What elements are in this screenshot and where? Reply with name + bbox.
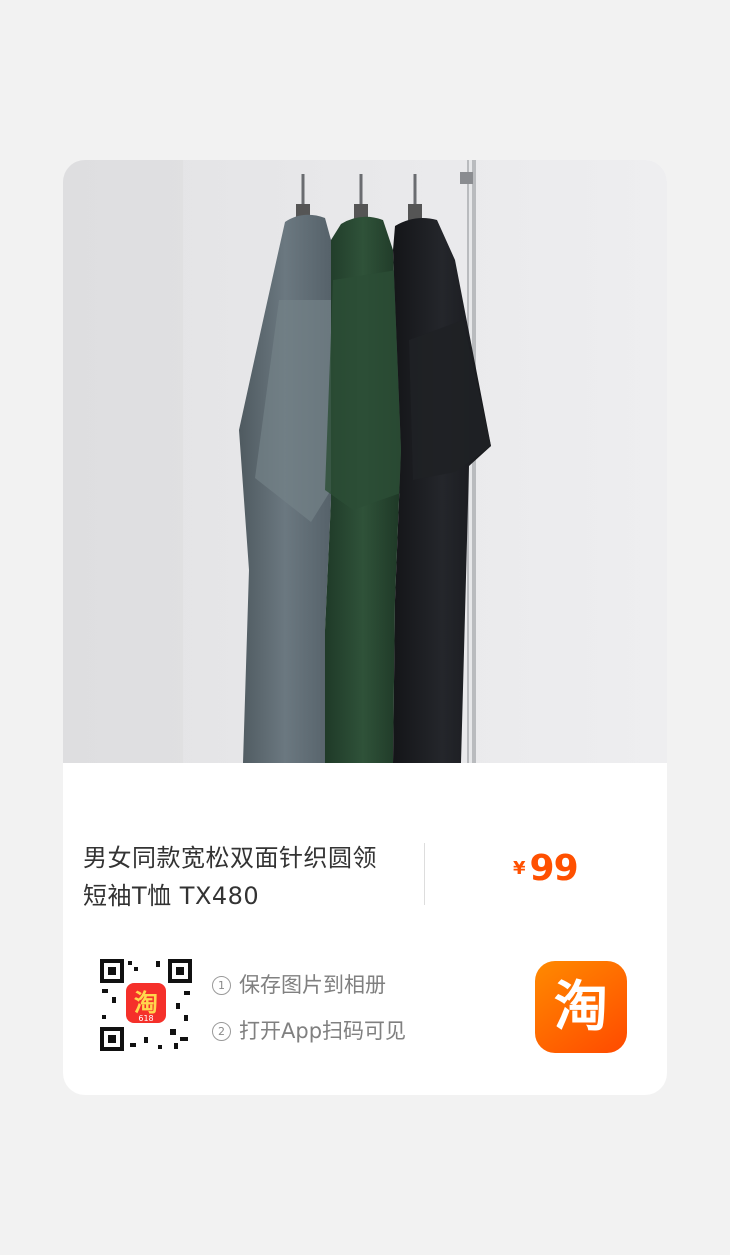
price-value: 99 — [529, 848, 579, 889]
qr-badge-text: 618 — [138, 1014, 153, 1023]
step-save-text: 保存图片到相册 — [239, 973, 386, 997]
step-number-icon: 2 — [212, 1022, 231, 1041]
product-title-line2: 短袖T恤 TX480 — [83, 882, 260, 910]
step-open-text: 打开App扫码可见 — [239, 1019, 407, 1043]
qr-center-icon: 淘 — [134, 989, 158, 1017]
step-save: 1 保存图片到相册 — [212, 967, 406, 1013]
product-price: ¥99 — [513, 848, 579, 889]
taobao-logo[interactable]: 淘 — [535, 961, 627, 1053]
product-title-line1: 男女同款宽松双面针织圆领 — [83, 844, 377, 872]
currency-symbol: ¥ — [513, 858, 526, 879]
step-number-icon: 1 — [212, 976, 231, 995]
taobao-logo-icon: 淘 — [554, 975, 608, 1038]
product-title[interactable]: 男女同款宽松双面针织圆领 短袖T恤 TX480 — [83, 839, 413, 915]
product-image[interactable] — [63, 160, 667, 763]
scan-instructions: 1 保存图片到相册 2 打开App扫码可见 — [212, 967, 406, 1059]
qr-code[interactable]: 淘 618 — [98, 957, 194, 1053]
step-open: 2 打开App扫码可见 — [212, 1013, 406, 1059]
product-info: 男女同款宽松双面针织圆领 短袖T恤 TX480 ¥99 淘 618 1 保存图片… — [63, 763, 667, 1095]
share-card: 男女同款宽松双面针织圆领 短袖T恤 TX480 ¥99 淘 618 1 保存图片… — [63, 160, 667, 1095]
divider — [424, 843, 425, 905]
